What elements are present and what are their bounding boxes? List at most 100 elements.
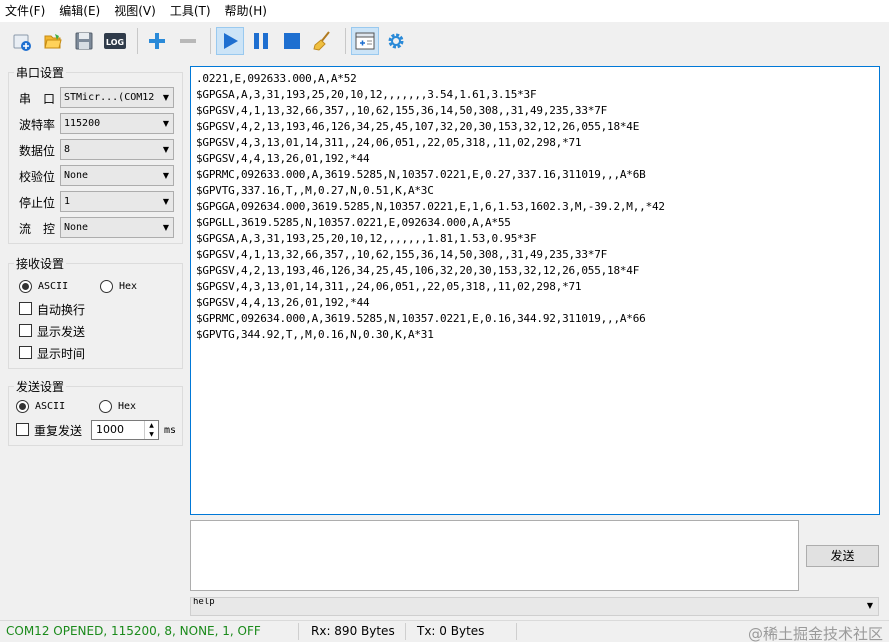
clear-broom-icon	[313, 31, 330, 51]
menu-edit[interactable]: 编辑(E)	[54, 0, 105, 22]
receive-line: $GPGSV,4,2,13,193,46,126,34,25,45,106,32…	[196, 264, 640, 277]
send-hex-label: Hex	[118, 401, 137, 412]
menu-view[interactable]: 视图(V)	[109, 0, 161, 22]
stopbits-label: 停止位	[19, 196, 56, 210]
new-connection-button[interactable]	[8, 27, 36, 55]
flow-label: 流 控	[19, 222, 56, 236]
databits-value: 8	[64, 144, 71, 155]
send-ascii-label: ASCII	[35, 401, 66, 412]
settings-button[interactable]	[382, 27, 410, 55]
send-button[interactable]: 发送	[806, 545, 879, 567]
status-divider	[405, 623, 406, 640]
stop-icon	[284, 33, 300, 49]
clear-button[interactable]	[309, 27, 337, 55]
toolbar-separator	[210, 28, 211, 54]
port-label: 串 口	[19, 92, 56, 106]
add-icon	[149, 33, 165, 49]
repeat-send-checkbox[interactable]	[16, 423, 29, 436]
send-input[interactable]	[190, 520, 799, 591]
repeat-interval-stepper[interactable]: 1000 ▲ ▼	[91, 420, 159, 440]
history-select[interactable]: help ▼	[190, 597, 879, 616]
open-folder-icon	[44, 34, 62, 49]
receive-line: $GPGSV,4,3,13,01,14,311,,24,06,051,,22,0…	[196, 280, 582, 293]
receive-hex-radio[interactable]	[100, 280, 113, 293]
show-time-checkbox[interactable]	[19, 346, 32, 359]
receive-line: $GPRMC,092634.000,A,3619.5285,N,10357.02…	[196, 312, 646, 325]
chevron-down-icon: ▼	[162, 93, 169, 102]
parity-select[interactable]: None ▼	[60, 165, 174, 186]
pause-button[interactable]	[247, 27, 275, 55]
repeat-send-label: 重复发送	[34, 424, 83, 438]
status-divider	[516, 623, 517, 640]
interval-unit-label: ms	[164, 425, 177, 436]
send-hex-radio[interactable]	[99, 400, 112, 413]
menu-file[interactable]: 文件(F)	[0, 0, 50, 22]
remove-button[interactable]	[174, 27, 202, 55]
auto-wrap-checkbox[interactable]	[19, 302, 32, 315]
receive-settings-group: 接收设置	[8, 255, 183, 369]
receive-line: $GPGLL,3619.5285,N,10357.0221,E,092634.0…	[196, 216, 511, 229]
menu-help[interactable]: 帮助(H)	[220, 0, 272, 22]
receive-line: $GPGSV,4,3,13,01,14,311,,24,06,051,,22,0…	[196, 136, 582, 149]
log-button[interactable]: LOG	[101, 27, 129, 55]
watermark: @稀土掘金技术社区	[747, 625, 883, 642]
save-button[interactable]	[70, 27, 98, 55]
new-connection-icon	[13, 34, 31, 51]
chevron-down-icon: ▼	[162, 119, 169, 128]
baud-label: 波特率	[19, 118, 56, 132]
receive-line: $GPVTG,337.16,T,,M,0.27,N,0.51,K,A*3C	[196, 184, 434, 197]
port-select[interactable]: STMicr...(COM12 ▼	[60, 87, 174, 108]
receive-text-area[interactable]: .0221,E,092633.000,A,A*52 $GPGSA,A,3,31,1…	[190, 66, 880, 515]
databits-select[interactable]: 8 ▼	[60, 139, 174, 160]
stop-button[interactable]	[278, 27, 306, 55]
show-send-checkbox[interactable]	[19, 324, 32, 337]
chevron-down-icon: ▼	[162, 197, 169, 206]
receive-line: $GPGSV,4,1,13,32,66,357,,10,62,155,36,14…	[196, 248, 608, 261]
log-icon-label: LOG	[106, 38, 124, 47]
send-settings-title: 发送设置	[14, 378, 67, 395]
status-bar: COM12 OPENED, 115200, 8, NONE, 1, OFF Rx…	[0, 620, 889, 642]
stepper-arrows-icon[interactable]: ▲ ▼	[144, 421, 158, 439]
receive-ascii-radio[interactable]	[19, 280, 32, 293]
receive-settings-title: 接收设置	[14, 255, 67, 272]
history-value: help	[193, 597, 215, 607]
play-icon	[224, 33, 238, 49]
baud-select[interactable]: 115200 ▼	[60, 113, 174, 134]
chevron-down-icon: ▼	[162, 145, 169, 154]
receive-line: $GPGGA,092634.000,3619.5285,N,10357.0221…	[196, 200, 665, 213]
send-ascii-radio[interactable]	[16, 400, 29, 413]
menu-tools[interactable]: 工具(T)	[165, 0, 216, 22]
open-button[interactable]	[39, 27, 67, 55]
save-icon	[75, 32, 93, 50]
settings-gear-icon	[388, 33, 404, 49]
receive-line: $GPGSV,4,2,13,193,46,126,34,25,45,107,32…	[196, 120, 640, 133]
chevron-down-icon: ▼	[162, 171, 169, 180]
flow-value: None	[64, 222, 89, 233]
window-layout-icon	[355, 32, 375, 50]
toolbar-separator	[345, 28, 346, 54]
parity-label: 校验位	[19, 170, 56, 184]
pause-icon	[254, 33, 268, 49]
window-layout-button[interactable]	[351, 27, 379, 55]
play-button[interactable]	[216, 27, 244, 55]
serial-settings-title: 串口设置	[14, 64, 67, 81]
add-button[interactable]	[143, 27, 171, 55]
receive-hex-label: Hex	[119, 281, 138, 292]
rx-count: Rx: 890 Bytes	[311, 624, 395, 638]
databits-label: 数据位	[19, 144, 56, 158]
flow-select[interactable]: None ▼	[60, 217, 174, 238]
receive-line: $GPGSA,A,3,31,193,25,20,10,12,,,,,,,3.54…	[196, 88, 537, 101]
tx-count: Tx: 0 Bytes	[417, 624, 485, 638]
receive-line: $GPGSV,4,1,13,32,66,357,,10,62,155,36,14…	[196, 104, 608, 117]
menu-bar: 文件(F) 编辑(E) 视图(V) 工具(T) 帮助(H)	[0, 0, 889, 22]
stopbits-select[interactable]: 1 ▼	[60, 191, 174, 212]
repeat-interval-value: 1000	[96, 423, 124, 436]
stopbits-value: 1	[64, 196, 71, 207]
show-time-label: 显示时间	[37, 347, 86, 361]
log-icon: LOG	[104, 33, 126, 49]
receive-line: $GPGSV,4,4,13,26,01,192,*44	[196, 296, 370, 309]
status-divider	[298, 623, 299, 640]
receive-ascii-label: ASCII	[38, 281, 69, 292]
auto-wrap-label: 自动换行	[37, 303, 86, 317]
remove-icon	[180, 39, 196, 43]
